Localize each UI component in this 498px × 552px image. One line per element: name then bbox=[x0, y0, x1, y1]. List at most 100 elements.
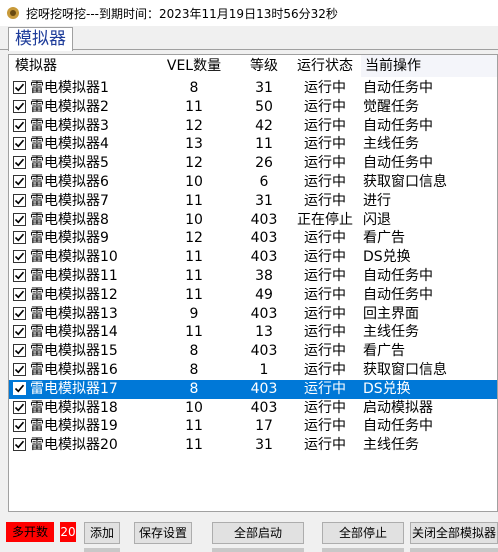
row-checkbox[interactable] bbox=[13, 250, 26, 264]
table-row[interactable]: 雷电模拟器4 13 11 运行中 主线任务 bbox=[9, 135, 497, 154]
start-all-button[interactable]: 全部启动 bbox=[212, 522, 304, 544]
emulator-name: 雷电模拟器9 bbox=[30, 230, 109, 247]
row-checkbox[interactable] bbox=[13, 438, 26, 452]
row-checkbox[interactable] bbox=[13, 156, 26, 170]
table-row[interactable]: 雷电模拟器9 12 403 运行中 看广告 bbox=[9, 229, 497, 248]
operation-cell: 获取窗口信息 bbox=[363, 361, 447, 378]
emulator-cell: 雷电模拟器7 bbox=[13, 192, 153, 211]
row-checkbox[interactable] bbox=[13, 99, 26, 113]
emulator-cell: 雷电模拟器16 bbox=[13, 361, 153, 380]
operation-cell: 闪退 bbox=[363, 211, 391, 228]
row-checkbox[interactable] bbox=[13, 419, 26, 433]
vel-count-cell: 8 bbox=[189, 343, 199, 360]
operation-cell: 自动任务中 bbox=[363, 286, 433, 303]
divider bbox=[322, 548, 404, 552]
level-cell: 49 bbox=[255, 286, 273, 303]
operation-cell: 看广告 bbox=[363, 230, 405, 247]
level-cell: 17 bbox=[255, 418, 273, 435]
level-cell: 403 bbox=[250, 305, 278, 322]
table-row[interactable]: 雷电模拟器2 11 50 运行中 觉醒任务 bbox=[9, 98, 497, 117]
table-row[interactable]: 雷电模拟器18 10 403 运行中 启动模拟器 bbox=[9, 399, 497, 418]
row-checkbox[interactable] bbox=[13, 287, 26, 301]
row-checkbox[interactable] bbox=[13, 118, 26, 132]
tab-emulator[interactable]: 模拟器 bbox=[8, 27, 73, 51]
title-bar: 挖呀挖呀挖---到期时间：2023年11月19日13时56分32秒 bbox=[0, 0, 498, 26]
status-cell: 正在停止 bbox=[297, 211, 353, 228]
row-checkbox[interactable] bbox=[13, 81, 26, 94]
status-cell: 运行中 bbox=[304, 230, 346, 247]
level-cell: 11 bbox=[255, 136, 273, 153]
emulator-cell: 雷电模拟器18 bbox=[13, 399, 153, 418]
row-checkbox[interactable] bbox=[13, 193, 26, 207]
operation-cell: 回主界面 bbox=[363, 305, 419, 322]
level-cell: 403 bbox=[250, 399, 278, 416]
status-cell: 运行中 bbox=[304, 286, 346, 303]
level-cell: 1 bbox=[259, 361, 269, 378]
column-header-level[interactable]: 等级 bbox=[239, 55, 289, 77]
emulator-name: 雷电模拟器4 bbox=[30, 136, 109, 153]
emulator-list[interactable]: 模拟器 VEL数量 等级 运行状态 当前操作 雷电模拟器1 8 31 运行中 自动任务中… bbox=[8, 54, 498, 512]
level-cell: 6 bbox=[259, 173, 269, 190]
add-button[interactable]: 添加 bbox=[84, 522, 120, 544]
row-checkbox[interactable] bbox=[13, 268, 26, 282]
row-checkbox[interactable] bbox=[13, 362, 26, 376]
row-checkbox[interactable] bbox=[13, 212, 26, 226]
table-row[interactable]: 雷电模拟器11 11 38 运行中 自动任务中 bbox=[9, 267, 497, 286]
column-header-operation[interactable]: 当前操作 bbox=[361, 55, 497, 77]
operation-cell: 自动任务中 bbox=[363, 155, 433, 172]
row-checkbox[interactable] bbox=[13, 400, 26, 414]
level-cell: 38 bbox=[255, 267, 273, 284]
row-checkbox[interactable] bbox=[13, 231, 26, 245]
table-row[interactable]: 雷电模拟器5 12 26 运行中 自动任务中 bbox=[9, 154, 497, 173]
emulator-cell: 雷电模拟器5 bbox=[13, 154, 153, 173]
column-header-emulator[interactable]: 模拟器 bbox=[15, 55, 155, 77]
check-icon bbox=[14, 328, 25, 336]
column-header-vel[interactable]: VEL数量 bbox=[159, 55, 229, 77]
row-checkbox[interactable] bbox=[13, 137, 26, 151]
operation-cell: 觉醒任务 bbox=[363, 98, 419, 115]
vel-count-cell: 11 bbox=[185, 286, 203, 303]
save-settings-button[interactable]: 保存设置 bbox=[134, 522, 192, 544]
table-row[interactable]: 雷电模拟器13 9 403 运行中 回主界面 bbox=[9, 305, 497, 324]
emulator-cell: 雷电模拟器8 bbox=[13, 211, 153, 230]
table-row[interactable]: 雷电模拟器16 8 1 运行中 获取窗口信息 bbox=[9, 361, 497, 380]
table-row[interactable]: 雷电模拟器3 12 42 运行中 自动任务中 bbox=[9, 117, 497, 136]
row-checkbox[interactable] bbox=[13, 306, 26, 320]
column-header-status[interactable]: 运行状态 bbox=[289, 55, 361, 77]
table-row[interactable]: 雷电模拟器7 11 31 运行中 进行 bbox=[9, 192, 497, 211]
check-icon bbox=[14, 365, 25, 374]
multi-open-count[interactable]: 20 bbox=[60, 522, 76, 542]
row-checkbox[interactable] bbox=[13, 174, 26, 188]
vel-count-cell: 10 bbox=[185, 211, 203, 228]
check-icon bbox=[14, 102, 25, 111]
table-row[interactable]: 雷电模拟器8 10 403 正在停止 闪退 bbox=[9, 211, 497, 230]
level-cell: 42 bbox=[255, 117, 273, 134]
level-cell: 403 bbox=[250, 380, 278, 397]
emulator-cell: 雷电模拟器6 bbox=[13, 173, 153, 192]
row-checkbox[interactable] bbox=[13, 381, 26, 395]
row-checkbox[interactable] bbox=[13, 344, 26, 358]
emulator-cell: 雷电模拟器17 bbox=[13, 380, 153, 399]
table-row[interactable]: 雷电模拟器6 10 6 运行中 获取窗口信息 bbox=[9, 173, 497, 192]
check-icon bbox=[14, 121, 25, 130]
emulator-name: 雷电模拟器17 bbox=[30, 380, 118, 397]
table-row[interactable]: 雷电模拟器17 8 403 运行中 DS兑换 bbox=[9, 379, 497, 399]
table-row[interactable]: 雷电模拟器1 8 31 运行中 自动任务中 bbox=[9, 79, 497, 98]
table-row[interactable]: 雷电模拟器19 11 17 运行中 自动任务中 bbox=[9, 417, 497, 436]
table-row[interactable]: 雷电模拟器10 11 403 运行中 DS兑换 bbox=[9, 248, 497, 267]
emulator-cell: 雷电模拟器2 bbox=[13, 98, 153, 117]
window-title: 挖呀挖呀挖---到期时间：2023年11月19日13时56分32秒 bbox=[26, 6, 338, 21]
stop-all-button[interactable]: 全部停止 bbox=[322, 522, 404, 544]
operation-cell: 获取窗口信息 bbox=[363, 173, 447, 190]
table-row[interactable]: 雷电模拟器20 11 31 运行中 主线任务 bbox=[9, 436, 497, 455]
operation-cell: 主线任务 bbox=[363, 324, 419, 341]
operation-cell: 主线任务 bbox=[363, 437, 419, 454]
status-cell: 运行中 bbox=[304, 192, 346, 209]
operation-cell: 自动任务中 bbox=[363, 418, 433, 435]
row-checkbox[interactable] bbox=[13, 325, 26, 339]
table-row[interactable]: 雷电模拟器14 11 13 运行中 主线任务 bbox=[9, 323, 497, 342]
app-icon bbox=[6, 6, 20, 20]
close-all-emulators-button[interactable]: 关闭全部模拟器 bbox=[410, 522, 498, 544]
table-row[interactable]: 雷电模拟器15 8 403 运行中 看广告 bbox=[9, 342, 497, 361]
table-row[interactable]: 雷电模拟器12 11 49 运行中 自动任务中 bbox=[9, 286, 497, 305]
